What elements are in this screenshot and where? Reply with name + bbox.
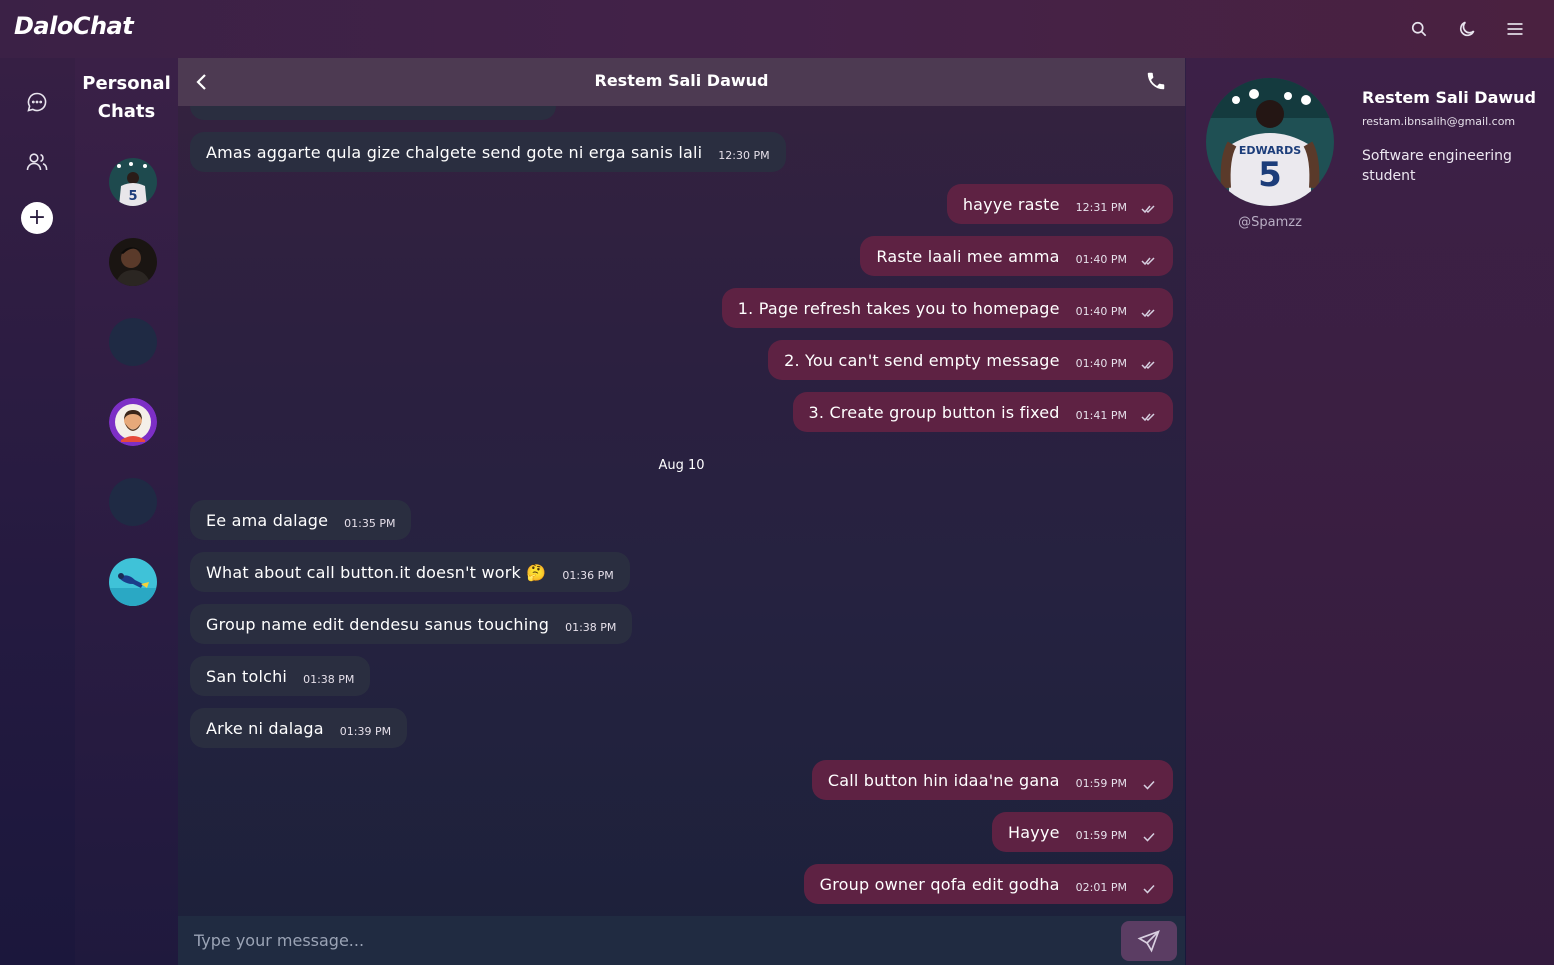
chat-list-title: Personal Chats — [82, 73, 171, 122]
message-outgoing[interactable]: Call button hin idaa'ne gana 01:59 PM — [811, 760, 1173, 800]
message-composer — [178, 916, 1185, 965]
message-text: 2. You can't send empty message — [784, 350, 1060, 370]
chevron-left-icon — [196, 74, 206, 90]
profile-handle: @Spamzz — [1238, 215, 1302, 230]
message-time: 01:36 PM — [562, 568, 614, 582]
message-outgoing[interactable]: Raste laali mee amma 01:40 PM — [860, 236, 1173, 276]
search-icon[interactable] — [1406, 16, 1432, 42]
call-button[interactable] — [1145, 70, 1169, 94]
double-check-icon — [1141, 408, 1157, 422]
nav-rail: + — [0, 58, 75, 965]
message-outgoing[interactable]: hayye raste 12:31 PM — [946, 184, 1173, 224]
check-icon — [1141, 880, 1157, 894]
message-text: Ee ama dalage — [206, 510, 329, 530]
message-incoming[interactable]: San tolchi 01:38 PM — [190, 656, 371, 696]
date-separator: Aug 10 — [658, 458, 705, 473]
profile-email: restam.ibnsalih@gmail.com — [1362, 115, 1516, 128]
moon-icon[interactable] — [1454, 16, 1480, 42]
chat-avatar-empty[interactable] — [109, 318, 157, 366]
message-time: 01:40 PM — [1075, 252, 1127, 266]
profile-panel: EDWARDS 5 @Spamzz Restem Sali Dawud rest… — [1186, 58, 1554, 965]
svg-text:5: 5 — [128, 189, 137, 204]
message-time: 12:31 PM — [1075, 200, 1127, 214]
double-check-icon — [1141, 200, 1157, 214]
chat-avatar-man-dark[interactable] — [109, 238, 157, 286]
profile-name: Restem Sali Dawud — [1362, 88, 1536, 107]
profile-avatar[interactable]: EDWARDS 5 — [1206, 78, 1334, 206]
message-time: 01:39 PM — [339, 724, 392, 738]
message-text: 1. Page refresh takes you to homepage — [737, 298, 1060, 318]
message-outgoing[interactable]: 2. You can't send empty message 01:40 PM — [768, 340, 1173, 380]
check-icon — [1141, 776, 1157, 790]
chat-avatar-empty-2[interactable] — [109, 478, 157, 526]
message-time: 12:30 PM — [718, 148, 770, 162]
users-icon[interactable] — [23, 148, 51, 176]
message-text: Raste laali mee amma — [876, 246, 1060, 266]
message-text: Call button hin idaa'ne gana — [827, 770, 1060, 790]
message-text: hayye raste — [962, 194, 1060, 214]
message-input[interactable] — [178, 916, 1118, 965]
message-text: Arke ni dalaga — [206, 718, 324, 738]
send-button[interactable] — [1121, 921, 1177, 961]
message-time: 01:38 PM — [303, 672, 355, 686]
message-time: 01:41 PM — [1075, 408, 1127, 422]
menu-icon[interactable] — [1502, 16, 1528, 42]
message-text: Amas aggarte qula gize chalgete send got… — [206, 142, 703, 162]
message-incoming[interactable]: Amas aggarte qula gize chalgete send got… — [190, 132, 786, 172]
message-outgoing[interactable]: Group owner qofa edit godha 02:01 PM — [803, 864, 1173, 904]
message-time: 01:38 PM — [565, 620, 617, 634]
chat-avatar-basketball-player[interactable]: 5 — [109, 158, 157, 206]
jersey-number: 5 — [1258, 155, 1282, 195]
message-outgoing[interactable]: 3. Create group button is fixed 01:41 PM — [792, 392, 1173, 432]
chat-header: Restem Sali Dawud — [178, 58, 1185, 106]
chat-bubble-icon[interactable] — [23, 88, 51, 116]
message-time: 01:59 PM — [1075, 776, 1127, 790]
double-check-icon — [1141, 304, 1157, 318]
double-check-icon — [1141, 356, 1157, 370]
message-time: 01:35 PM — [344, 516, 396, 530]
top-bar: DaloChat — [0, 0, 1554, 58]
message-incoming[interactable]: Group name edit dendesu sanus touching 01… — [190, 604, 633, 644]
message-text: Group name edit dendesu sanus touching — [206, 614, 550, 634]
send-icon — [1137, 930, 1160, 953]
phone-icon — [1147, 72, 1165, 90]
message-text: What about call button.it doesn't work 🤔 — [206, 562, 547, 582]
add-chat-button[interactable]: + — [21, 202, 53, 234]
message-text: 3. Create group button is fixed — [808, 402, 1060, 422]
chat-avatar-bearded-man[interactable] — [109, 398, 157, 446]
message-text: San tolchi — [206, 666, 288, 686]
app-logo[interactable]: DaloChat — [14, 12, 134, 40]
message-list[interactable]: Aug 10 Amas aggarte qula gize chalgete s… — [178, 58, 1185, 916]
message-text: Group owner qofa edit godha — [819, 874, 1060, 894]
message-time: 02:01 PM — [1075, 880, 1127, 894]
message-time: 01:59 PM — [1075, 828, 1127, 842]
message-time: 01:40 PM — [1075, 304, 1127, 318]
double-check-icon — [1141, 252, 1157, 266]
message-incoming[interactable]: Arke ni dalaga 01:39 PM — [190, 708, 408, 748]
message-incoming[interactable]: Ee ama dalage 01:35 PM — [190, 500, 412, 540]
message-outgoing[interactable]: 1. Page refresh takes you to homepage 01:… — [721, 288, 1173, 328]
chat-avatar-diver[interactable] — [109, 558, 157, 606]
chat-panel: Aug 10 Amas aggarte qula gize chalgete s… — [178, 58, 1185, 965]
chat-title: Restem Sali Dawud — [594, 71, 769, 90]
message-text: Hayye — [1008, 822, 1060, 842]
chat-list: Personal Chats 5 — [75, 58, 178, 965]
profile-bio: Software engineering student — [1362, 148, 1512, 184]
message-time: 01:40 PM — [1075, 356, 1127, 370]
message-outgoing[interactable]: Hayye 01:59 PM — [992, 812, 1173, 852]
check-icon — [1141, 828, 1157, 842]
back-button[interactable] — [190, 70, 214, 94]
message-incoming[interactable]: What about call button.it doesn't work 🤔… — [190, 552, 630, 592]
